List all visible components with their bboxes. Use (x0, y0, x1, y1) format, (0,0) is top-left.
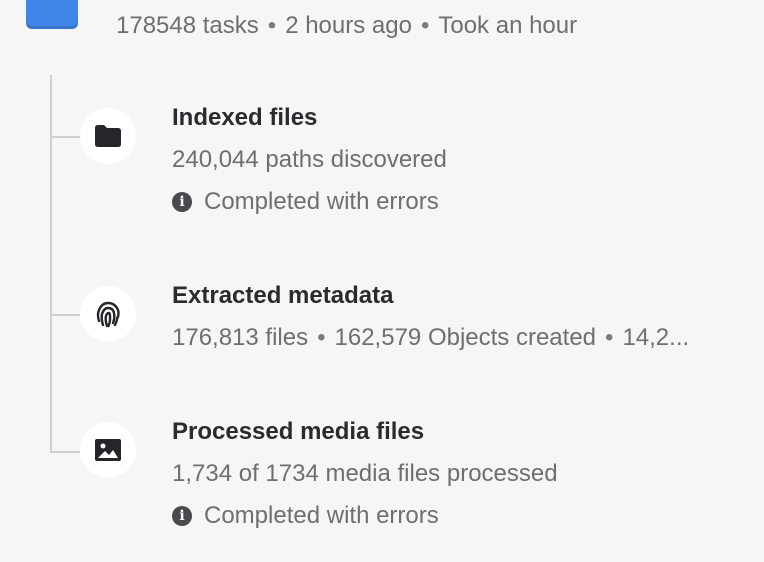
tree-line (50, 75, 52, 453)
objects-created: 162,579 Objects created (334, 324, 597, 351)
duration: Took an hour (438, 12, 578, 39)
time-ago: 2 hours ago (285, 12, 412, 39)
separator-dot: • (420, 12, 430, 39)
separator-dot: • (605, 324, 614, 351)
step-processed-media: Processed media files 1,734 of 1734 medi… (172, 418, 752, 530)
status-text: Completed with errors (204, 502, 439, 529)
job-folder-icon (26, 0, 78, 29)
info-icon: i (172, 506, 192, 526)
step-detail: 1,734 of 1734 media files processed (172, 460, 558, 487)
step-detail: 176,813 files • 162,579 Objects created • 14… (172, 324, 738, 352)
tree-branch (50, 136, 82, 138)
truncated-count: 14,2... (622, 324, 690, 351)
status-text: Completed with errors (204, 188, 439, 215)
tree-branch (50, 314, 82, 316)
task-count: 178548 tasks (116, 12, 259, 39)
tree-branch (50, 451, 82, 453)
step-title: Extracted metadata (172, 282, 394, 309)
step-title: Processed media files (172, 418, 425, 445)
step-title: Indexed files (172, 104, 318, 131)
step-extracted-metadata: Extracted metadata 176,813 files • 162,579… (172, 282, 752, 352)
step-indexed-files: Indexed files 240,044 paths discovered i… (172, 104, 752, 216)
files-count: 176,813 files (172, 324, 309, 351)
fingerprint-icon (80, 286, 136, 342)
info-icon: i (172, 192, 192, 212)
folder-icon (80, 108, 136, 164)
step-status: i Completed with errors (172, 188, 752, 216)
step-detail: 240,044 paths discovered (172, 146, 447, 173)
step-status: i Completed with errors (172, 502, 752, 530)
image-icon (80, 422, 136, 478)
separator-dot: • (317, 324, 326, 351)
job-summary: 178548 tasks • 2 hours ago • Took an hour (116, 12, 577, 40)
separator-dot: • (267, 12, 277, 39)
